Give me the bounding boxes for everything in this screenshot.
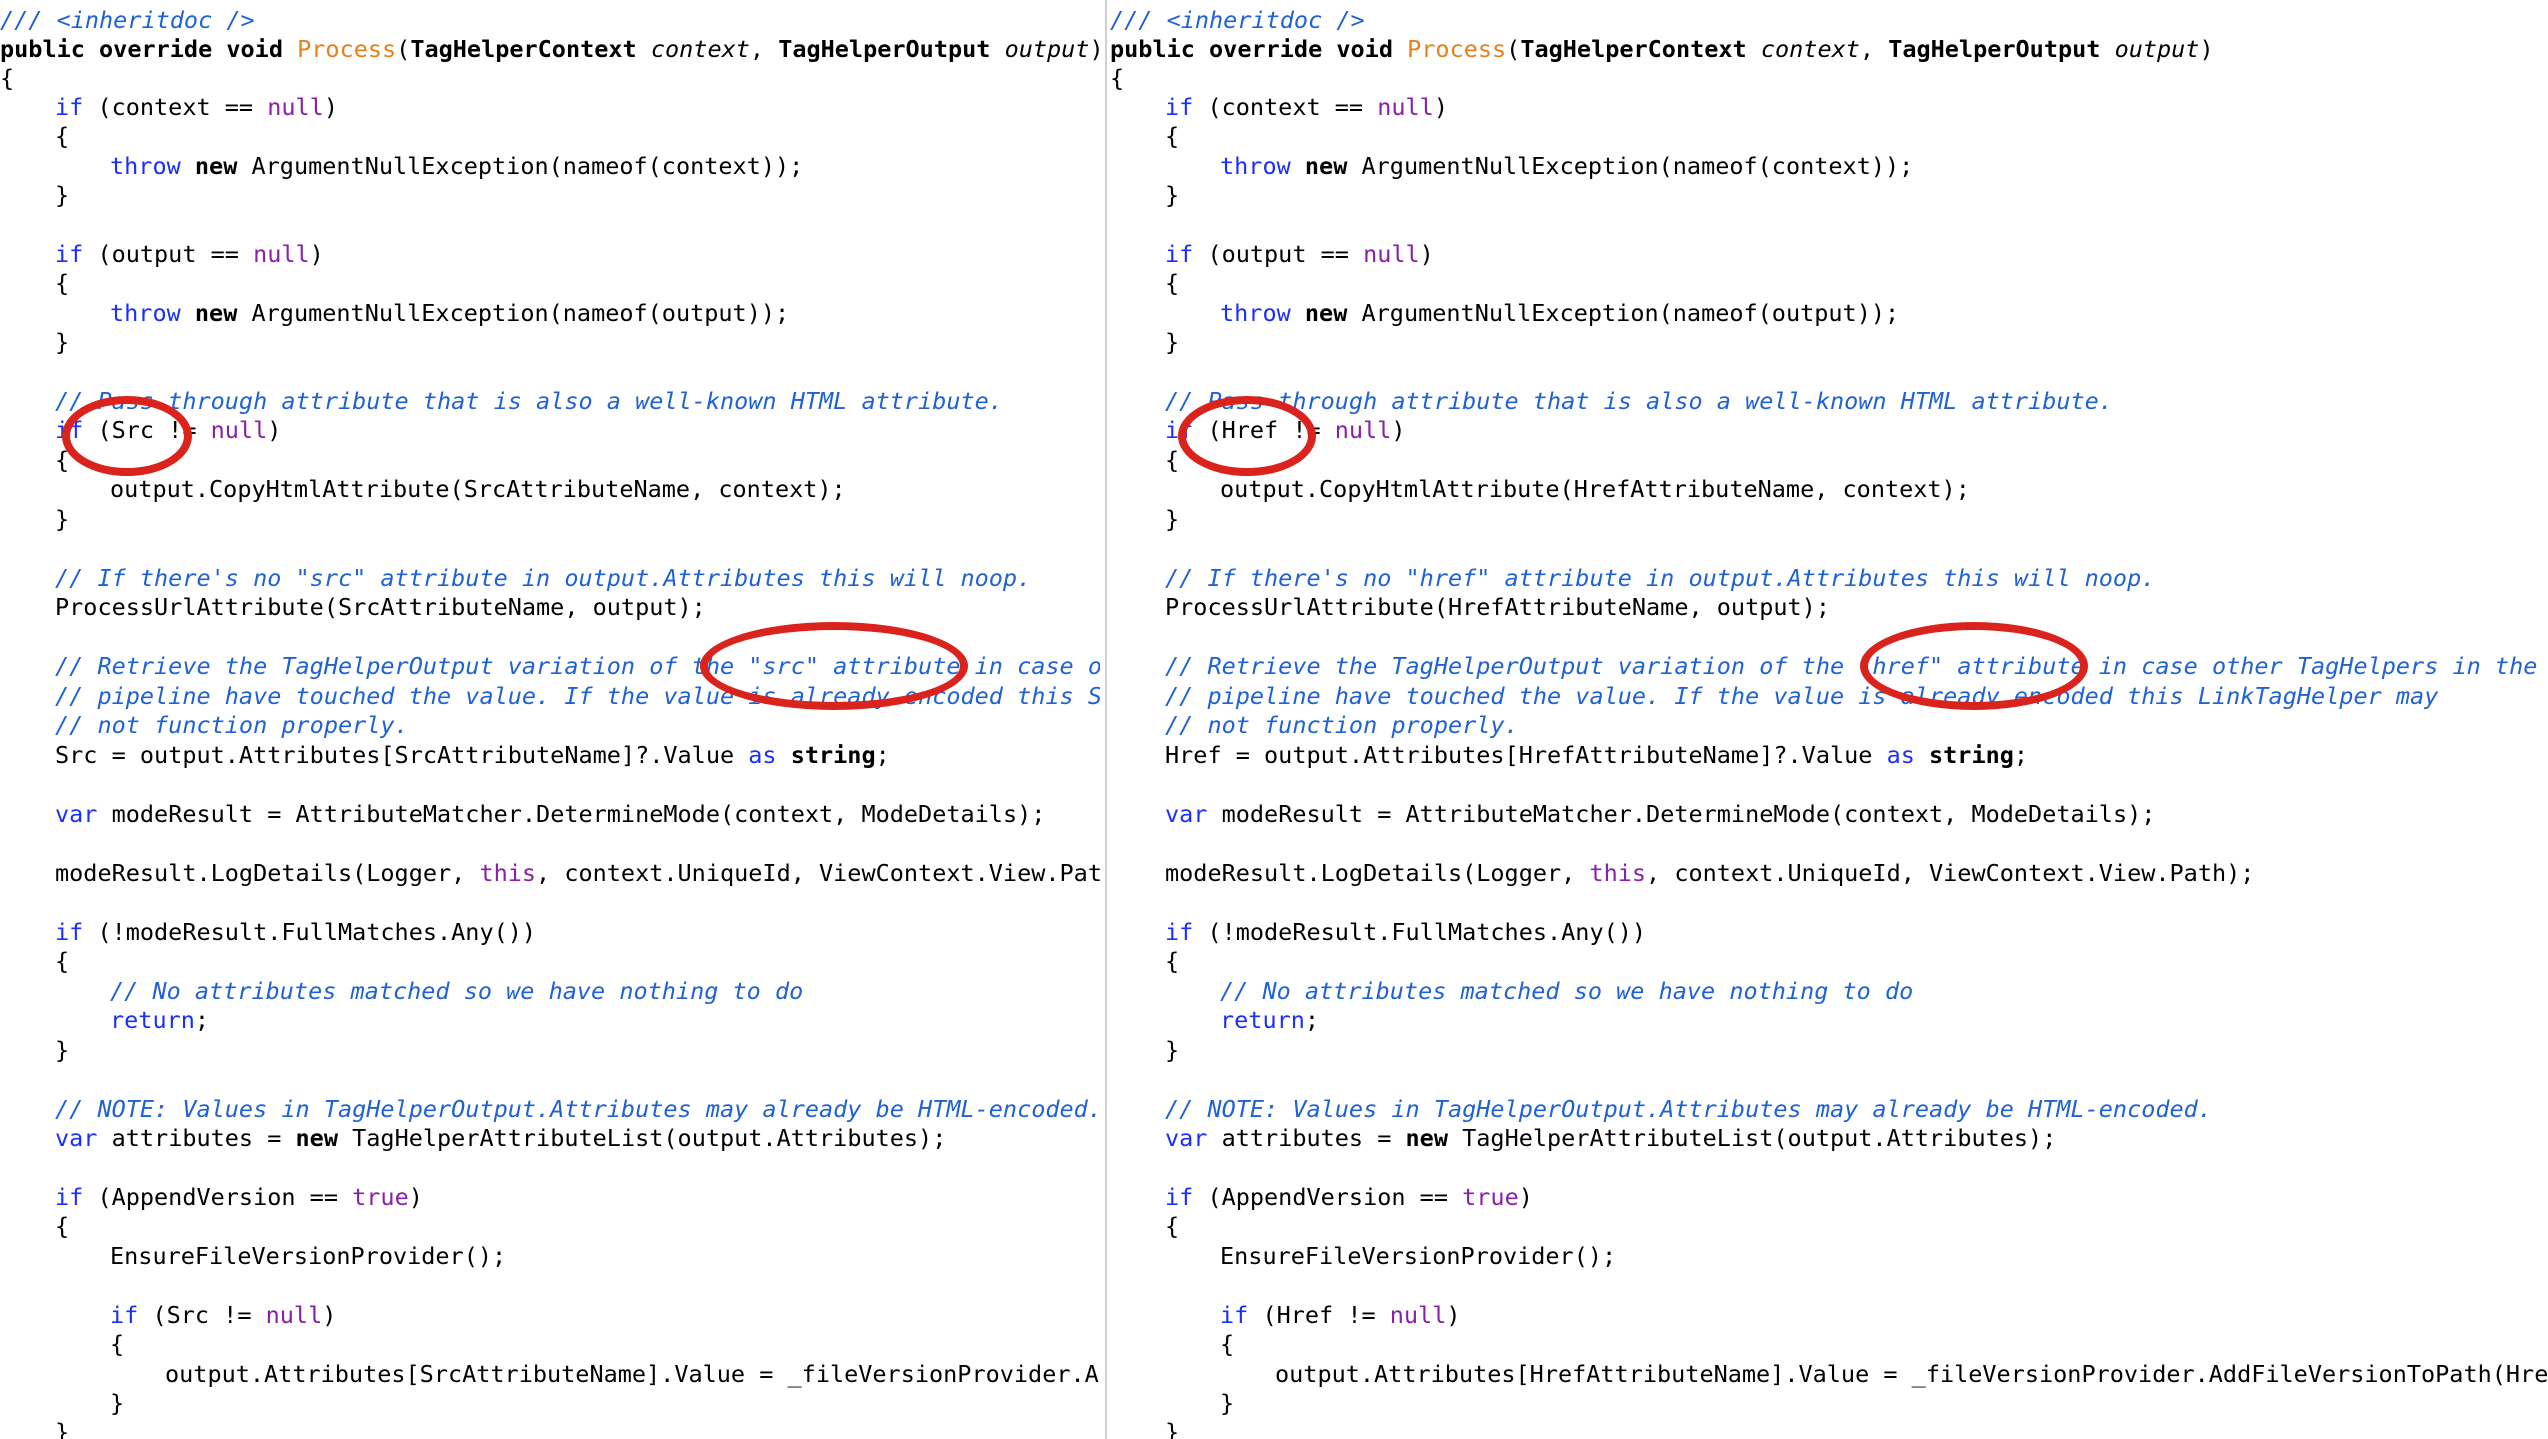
code-line: // No attributes matched so we have noth… — [110, 977, 804, 1005]
code-line: { — [55, 947, 70, 975]
code-line: throw new ArgumentNullException(nameof(o… — [110, 299, 790, 327]
code-line: // If there's no "src" attribute in outp… — [55, 564, 1032, 592]
code-line: { — [1220, 1330, 1235, 1358]
annotation-circle-href-condition — [1178, 396, 1316, 476]
code-line: } — [55, 328, 70, 356]
code-line: } — [1220, 1389, 1235, 1417]
annotation-circle-href-attribute — [1860, 622, 2088, 710]
code-line: } — [110, 1389, 125, 1417]
code-line: // Retrieve the TagHelperOutput variatio… — [1165, 652, 2538, 680]
code-line: var modeResult = AttributeMatcher.Determ… — [1165, 800, 2156, 828]
pane-divider — [1105, 0, 1107, 1439]
code-pane-right[interactable]: /// <inheritdoc /> public override void … — [1110, 0, 2548, 1439]
code-line: if (!modeResult.FullMatches.Any()) — [1165, 918, 1647, 946]
code-line: } — [1165, 1036, 1180, 1064]
code-line: // pipeline have touched the value. If t… — [1165, 682, 2439, 710]
code-line: /// <inheritdoc /> — [1110, 6, 1365, 34]
code-line: { — [1165, 122, 1180, 150]
code-line: Href = output.Attributes[HrefAttributeNa… — [1165, 741, 2029, 769]
code-line: Src = output.Attributes[SrcAttributeName… — [55, 741, 890, 769]
code-line: var modeResult = AttributeMatcher.Determ… — [55, 800, 1046, 828]
code-line: { — [55, 122, 70, 150]
code-line: if (!modeResult.FullMatches.Any()) — [55, 918, 537, 946]
code-line: ProcessUrlAttribute(SrcAttributeName, ou… — [55, 593, 706, 621]
code-line: } — [1165, 505, 1180, 533]
code-line: { — [55, 1212, 70, 1240]
code-line: if (AppendVersion == true) — [1165, 1183, 1533, 1211]
code-line: { — [0, 64, 15, 92]
code-line: if (AppendVersion == true) — [55, 1183, 423, 1211]
code-line: if (context == null) — [1165, 93, 1448, 121]
code-line: EnsureFileVersionProvider(); — [110, 1242, 507, 1270]
code-line: output.CopyHtmlAttribute(SrcAttributeNam… — [110, 475, 846, 503]
code-line: if (Src != null) — [110, 1301, 337, 1329]
code-line: if (context == null) — [55, 93, 338, 121]
code-line: output.Attributes[SrcAttributeName].Valu… — [165, 1360, 1100, 1388]
code-line: // not function properly. — [1165, 711, 1519, 739]
annotation-circle-src-attribute — [700, 622, 968, 710]
code-line: var attributes = new TagHelperAttributeL… — [1165, 1124, 2057, 1152]
code-line: /// <inheritdoc /> — [0, 6, 255, 34]
code-line: } — [55, 505, 70, 533]
code-line: { — [55, 269, 70, 297]
code-line: throw new ArgumentNullException(nameof(c… — [110, 152, 804, 180]
code-line: output.Attributes[HrefAttributeName].Val… — [1275, 1360, 2548, 1388]
code-line: { — [110, 1330, 125, 1358]
code-line: var attributes = new TagHelperAttributeL… — [55, 1124, 947, 1152]
code-line: ProcessUrlAttribute(HrefAttributeName, o… — [1165, 593, 1830, 621]
code-line: // No attributes matched so we have noth… — [1220, 977, 1914, 1005]
code-line: { — [1165, 1212, 1180, 1240]
code-line: { — [1165, 269, 1180, 297]
code-line: } — [1165, 1418, 1180, 1439]
code-line: EnsureFileVersionProvider(); — [1220, 1242, 1617, 1270]
code-line: if (output == null) — [1165, 240, 1434, 268]
code-line: return; — [1220, 1006, 1320, 1034]
code-line: modeResult.LogDetails(Logger, this, cont… — [55, 859, 1100, 887]
code-line: throw new ArgumentNullException(nameof(c… — [1220, 152, 1914, 180]
code-line: if (Href != null) — [1220, 1301, 1461, 1329]
code-line: // not function properly. — [55, 711, 409, 739]
code-line: modeResult.LogDetails(Logger, this, cont… — [1165, 859, 2255, 887]
code-line: throw new ArgumentNullException(nameof(o… — [1220, 299, 1900, 327]
code-line: public override void Process(TagHelperCo… — [0, 35, 1100, 63]
code-line: } — [55, 1036, 70, 1064]
code-line: public override void Process(TagHelperCo… — [1110, 35, 2214, 63]
code-line: { — [1165, 446, 1180, 474]
code-line: } — [55, 1418, 70, 1439]
code-line: } — [1165, 328, 1180, 356]
code-line: // NOTE: Values in TagHelperOutput.Attri… — [55, 1095, 1100, 1123]
code-line: } — [55, 181, 70, 209]
code-line: return; — [110, 1006, 210, 1034]
code-line: { — [1110, 64, 1125, 92]
code-line: // NOTE: Values in TagHelperOutput.Attri… — [1165, 1095, 2212, 1123]
code-line: } — [1165, 181, 1180, 209]
code-line: { — [1165, 947, 1180, 975]
code-line: { — [55, 446, 70, 474]
code-line: if (output == null) — [55, 240, 324, 268]
code-line: output.CopyHtmlAttribute(HrefAttributeNa… — [1220, 475, 1970, 503]
code-line: // If there's no "href" attribute in out… — [1165, 564, 2156, 592]
code-pane-left[interactable]: /// <inheritdoc /> public override void … — [0, 0, 1100, 1439]
annotation-circle-src-condition — [62, 396, 192, 476]
